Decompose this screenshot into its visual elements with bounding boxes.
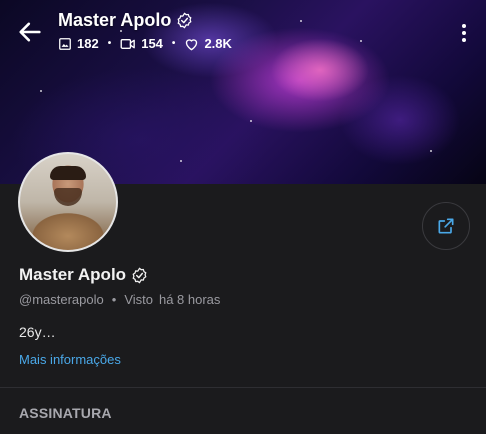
profile-meta: @masterapolo • Visto há 8 horas: [19, 292, 220, 307]
avatar-hair: [50, 166, 86, 180]
videos-count: 154: [141, 36, 163, 51]
avatar-beard: [54, 188, 82, 206]
back-arrow-icon[interactable]: [16, 18, 44, 46]
username: @masterapolo: [19, 292, 104, 307]
profile-name: Master Apolo: [19, 265, 127, 284]
header-title: Master Apolo: [58, 10, 172, 30]
separator-dot: •: [171, 38, 176, 49]
more-info-link[interactable]: Mais informações: [19, 352, 121, 367]
verified-icon: [132, 266, 147, 284]
profile-name-row: Master Apolo: [19, 265, 148, 285]
more-vertical-icon[interactable]: [456, 22, 472, 44]
separator-dot: •: [107, 38, 112, 49]
likes-stat[interactable]: 2.8K: [184, 36, 232, 51]
last-seen-time: há 8 horas: [158, 292, 221, 307]
heart-icon: [186, 38, 198, 50]
top-bar: Master Apolo 182 • 154 • 2.8K: [0, 0, 486, 64]
divider: [0, 387, 486, 388]
video-icon: [120, 38, 136, 49]
subscription-section-title: ASSINATURA: [19, 405, 112, 421]
profile-bio: 26y…: [19, 324, 56, 340]
image-icon: [59, 37, 71, 50]
seen-label: Visto: [124, 292, 153, 307]
header-title-row: Master Apolo: [58, 10, 193, 31]
photos-stat[interactable]: 182: [58, 36, 99, 51]
likes-count: 2.8K: [204, 36, 232, 51]
separator-dot: •: [111, 292, 117, 307]
photos-count: 182: [77, 36, 99, 51]
videos-stat[interactable]: 154: [120, 36, 163, 51]
avatar[interactable]: [18, 152, 118, 252]
verified-icon: [177, 12, 192, 29]
header-stats: 182 • 154 • 2.8K: [58, 36, 232, 51]
share-button[interactable]: [422, 202, 470, 250]
share-icon: [438, 218, 454, 234]
